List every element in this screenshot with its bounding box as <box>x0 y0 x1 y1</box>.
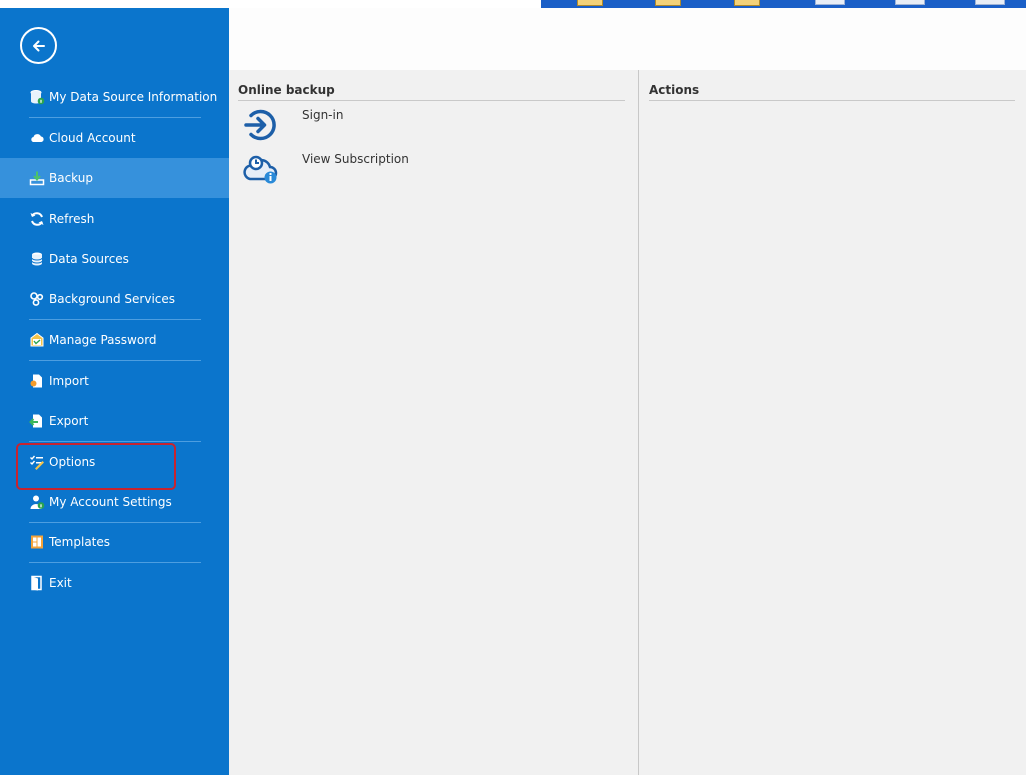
sidebar-item-manage-password[interactable]: Manage Password <box>0 320 229 360</box>
import-icon <box>29 373 45 389</box>
services-icon <box>29 291 45 307</box>
sidebar-item-cloud-account[interactable]: Cloud Account <box>0 118 229 158</box>
templates-icon <box>29 534 45 550</box>
actions-title: Actions <box>649 83 700 97</box>
arrow-left-circle-icon <box>32 40 45 51</box>
sign-in-action[interactable]: Sign-in <box>243 107 343 143</box>
sidebar-item-background-services[interactable]: Background Services <box>0 279 229 319</box>
sidebar-item-label: Cloud Account <box>49 131 136 145</box>
exit-door-icon <box>29 575 45 591</box>
sidebar-item-label: Export <box>49 414 89 428</box>
back-button[interactable] <box>20 27 57 64</box>
options-highlight-box <box>16 443 176 490</box>
view-subscription-label: View Subscription <box>302 152 409 166</box>
section-rule <box>238 100 625 101</box>
view-subscription-action[interactable]: View Subscription <box>243 151 409 187</box>
toolbar-button[interactable] <box>975 0 1005 5</box>
password-icon <box>29 332 45 348</box>
export-icon <box>29 413 45 429</box>
main-content: Online backup Sign-in View Subscription … <box>229 70 1026 775</box>
sidebar-item-label: My Account Settings <box>49 495 172 509</box>
account-settings-icon <box>29 494 45 510</box>
sign-in-icon <box>244 109 276 141</box>
sidebar-item-label: Refresh <box>49 212 95 226</box>
toolbar-document-icon[interactable] <box>577 0 603 6</box>
section-rule <box>649 100 1015 101</box>
panel-divider <box>638 70 639 775</box>
sign-in-label: Sign-in <box>302 108 344 122</box>
sidebar-item-import[interactable]: Import <box>0 361 229 401</box>
window-top-strip <box>0 0 1026 8</box>
sidebar-item-label: Exit <box>49 576 72 590</box>
backup-download-icon <box>29 170 45 186</box>
sidebar-item-backup[interactable]: Backup <box>0 158 229 198</box>
sidebar-item-label: Backup <box>49 171 93 185</box>
database-info-icon <box>29 89 45 105</box>
sidebar-item-label: Data Sources <box>49 252 129 266</box>
header-area <box>229 8 1026 70</box>
sidebar-item-exit[interactable]: Exit <box>0 563 229 603</box>
online-backup-title: Online backup <box>238 83 335 97</box>
sidebar-item-export[interactable]: Export <box>0 401 229 441</box>
sidebar-item-my-data-source-information[interactable]: My Data Source Information <box>0 77 229 117</box>
database-icon <box>29 251 45 267</box>
refresh-icon <box>29 211 45 227</box>
sidebar-item-label: Manage Password <box>49 333 157 347</box>
toolbar-document-icon[interactable] <box>655 0 681 6</box>
toolbar-button[interactable] <box>815 0 845 5</box>
toolbar-document-icon[interactable] <box>734 0 760 6</box>
sidebar-item-label: Background Services <box>49 292 176 306</box>
sidebar-item-data-sources[interactable]: Data Sources <box>0 239 229 279</box>
sidebar-item-refresh[interactable]: Refresh <box>0 199 229 239</box>
sidebar-item-label: My Data Source Information <box>49 90 218 104</box>
cloud-icon <box>29 130 45 146</box>
title-bar-strip <box>541 0 1026 8</box>
sidebar-item-label: Import <box>49 374 89 388</box>
sidebar: My Data Source Information Cloud Account… <box>0 8 229 775</box>
sidebar-item-label: Templates <box>49 535 111 549</box>
toolbar-button[interactable] <box>895 0 925 5</box>
subscription-cloud-icon <box>243 155 278 184</box>
sidebar-item-templates[interactable]: Templates <box>0 522 229 562</box>
